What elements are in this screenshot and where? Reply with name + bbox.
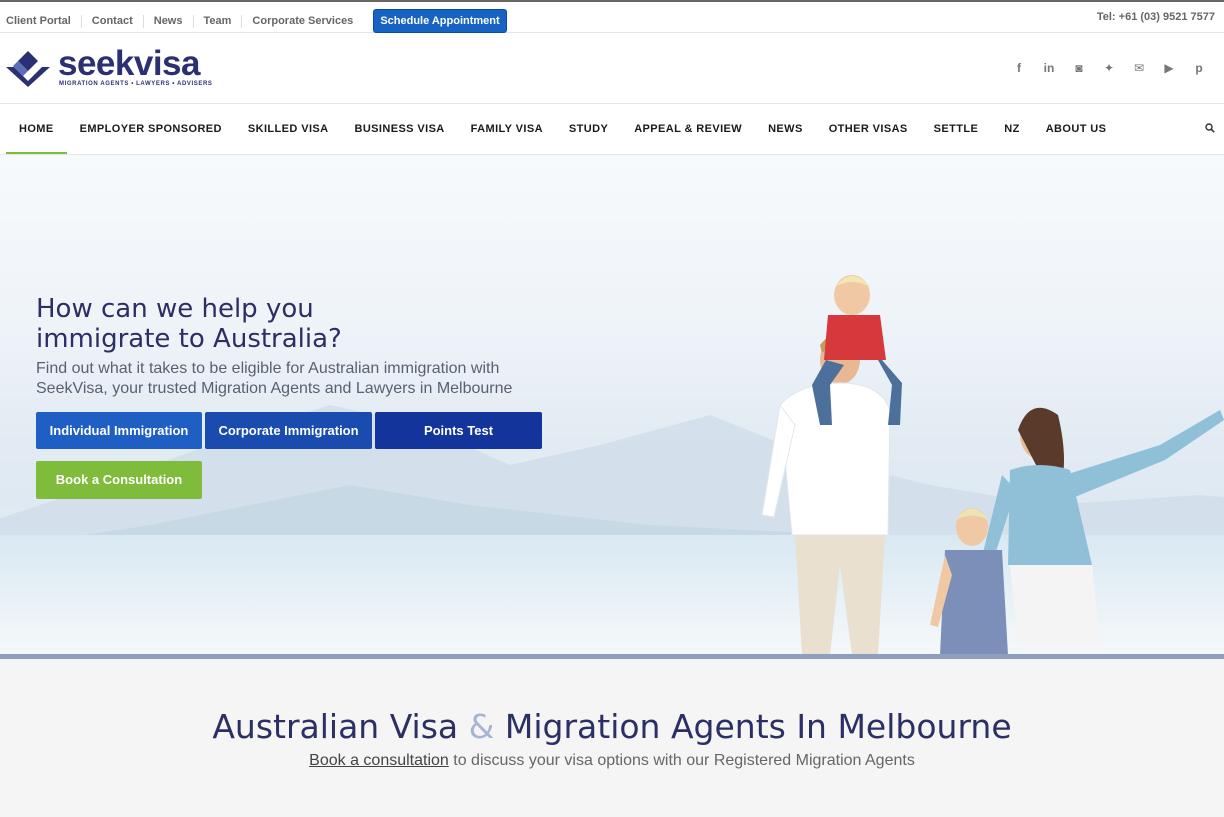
top-bar: Client Portal Contact News Team Corporat… [0,0,1224,33]
hero-heading: How can we help you immigrate to Austral… [36,294,342,354]
top-link-client-portal[interactable]: Client Portal [6,15,81,28]
nav-item-nz[interactable]: NZ [991,104,1032,154]
nav-item-settle[interactable]: SETTLE [921,104,992,154]
points-test-button[interactable]: Points Test [375,412,542,449]
intro-section: Australian Visa & Migration Agents In Me… [0,659,1224,817]
corporate-immigration-button[interactable]: Corporate Immigration [205,412,372,449]
nav-item-family-visa[interactable]: FAMILY VISA [458,104,556,154]
top-link-news[interactable]: News [142,14,193,28]
section-subtext-rest: to discuss your visa options with our Re… [448,752,915,769]
section-heading-part1: Australian Visa [212,707,459,746]
nav-item-news[interactable]: NEWS [755,104,816,154]
nav-item-employer-sponsored[interactable]: EMPLOYER SPONSORED [67,104,235,154]
nav-item-about-us[interactable]: ABOUT US [1033,104,1120,154]
top-links: Client Portal Contact News Team Corporat… [6,9,507,33]
nav-item-other-visas[interactable]: OTHER VISAS [816,104,921,154]
social-links: f in ◙ ✦ ✉ ▶ p [1004,61,1214,75]
hero-banner: How can we help you immigrate to Austral… [0,155,1224,655]
nav-item-skilled-visa[interactable]: SKILLED VISA [235,104,342,154]
hero-subtext: Find out what it takes to be eligible fo… [36,359,536,399]
nav-item-home[interactable]: HOME [6,104,67,154]
section-heading-ampersand: & [468,707,495,746]
mail-icon[interactable]: ✉ [1124,61,1154,75]
pinterest-icon[interactable]: p [1184,61,1214,75]
section-subtext: Book a consultation to discuss your visa… [0,752,1224,770]
nav-item-study[interactable]: STUDY [556,104,621,154]
hero-heading-line1: How can we help you [36,294,314,324]
logo-mark-icon [6,51,50,87]
hero-family-image [761,275,1224,655]
hero-heading-line2: immigrate to Australia? [36,324,342,354]
top-link-corporate-services[interactable]: Corporate Services [241,14,363,28]
search-icon[interactable] [1205,123,1215,133]
youtube-icon[interactable]: ▶ [1154,61,1184,75]
book-consultation-button[interactable]: Book a Consultation [36,461,202,499]
phone-number[interactable]: Tel: +61 (03) 9521 7577 [1097,11,1215,23]
top-link-contact[interactable]: Contact [80,14,143,28]
section-heading: Australian Visa & Migration Agents In Me… [0,707,1224,746]
linkedin-icon[interactable]: in [1034,61,1064,75]
logo-wordmark: seekvisa [58,44,200,83]
nav-item-appeal-review[interactable]: APPEAL & REVIEW [621,104,755,154]
main-nav: HOME EMPLOYER SPONSORED SKILLED VISA BUS… [0,104,1224,155]
twitter-icon[interactable]: ✦ [1094,61,1124,75]
facebook-icon[interactable]: f [1004,61,1034,75]
logo-tagline: MIGRATION AGENTS • LAWYERS • ADVISERS [59,81,213,87]
section-heading-part2: Migration Agents In Melbourne [504,707,1012,746]
book-consultation-link[interactable]: Book a consultation [309,752,449,769]
schedule-appointment-button[interactable]: Schedule Appointment [373,9,507,33]
individual-immigration-button[interactable]: Individual Immigration [36,412,202,449]
site-header: seekvisa MIGRATION AGENTS • LAWYERS • AD… [0,33,1224,104]
nav-item-business-visa[interactable]: BUSINESS VISA [341,104,457,154]
top-link-team[interactable]: Team [192,14,242,28]
hero-subtext-line2: SeekVisa, your trusted Migration Agents … [36,380,513,397]
hero-subtext-line1: Find out what it takes to be eligible fo… [36,360,500,377]
site-logo[interactable]: seekvisa MIGRATION AGENTS • LAWYERS • AD… [6,44,216,93]
instagram-icon[interactable]: ◙ [1064,61,1094,75]
